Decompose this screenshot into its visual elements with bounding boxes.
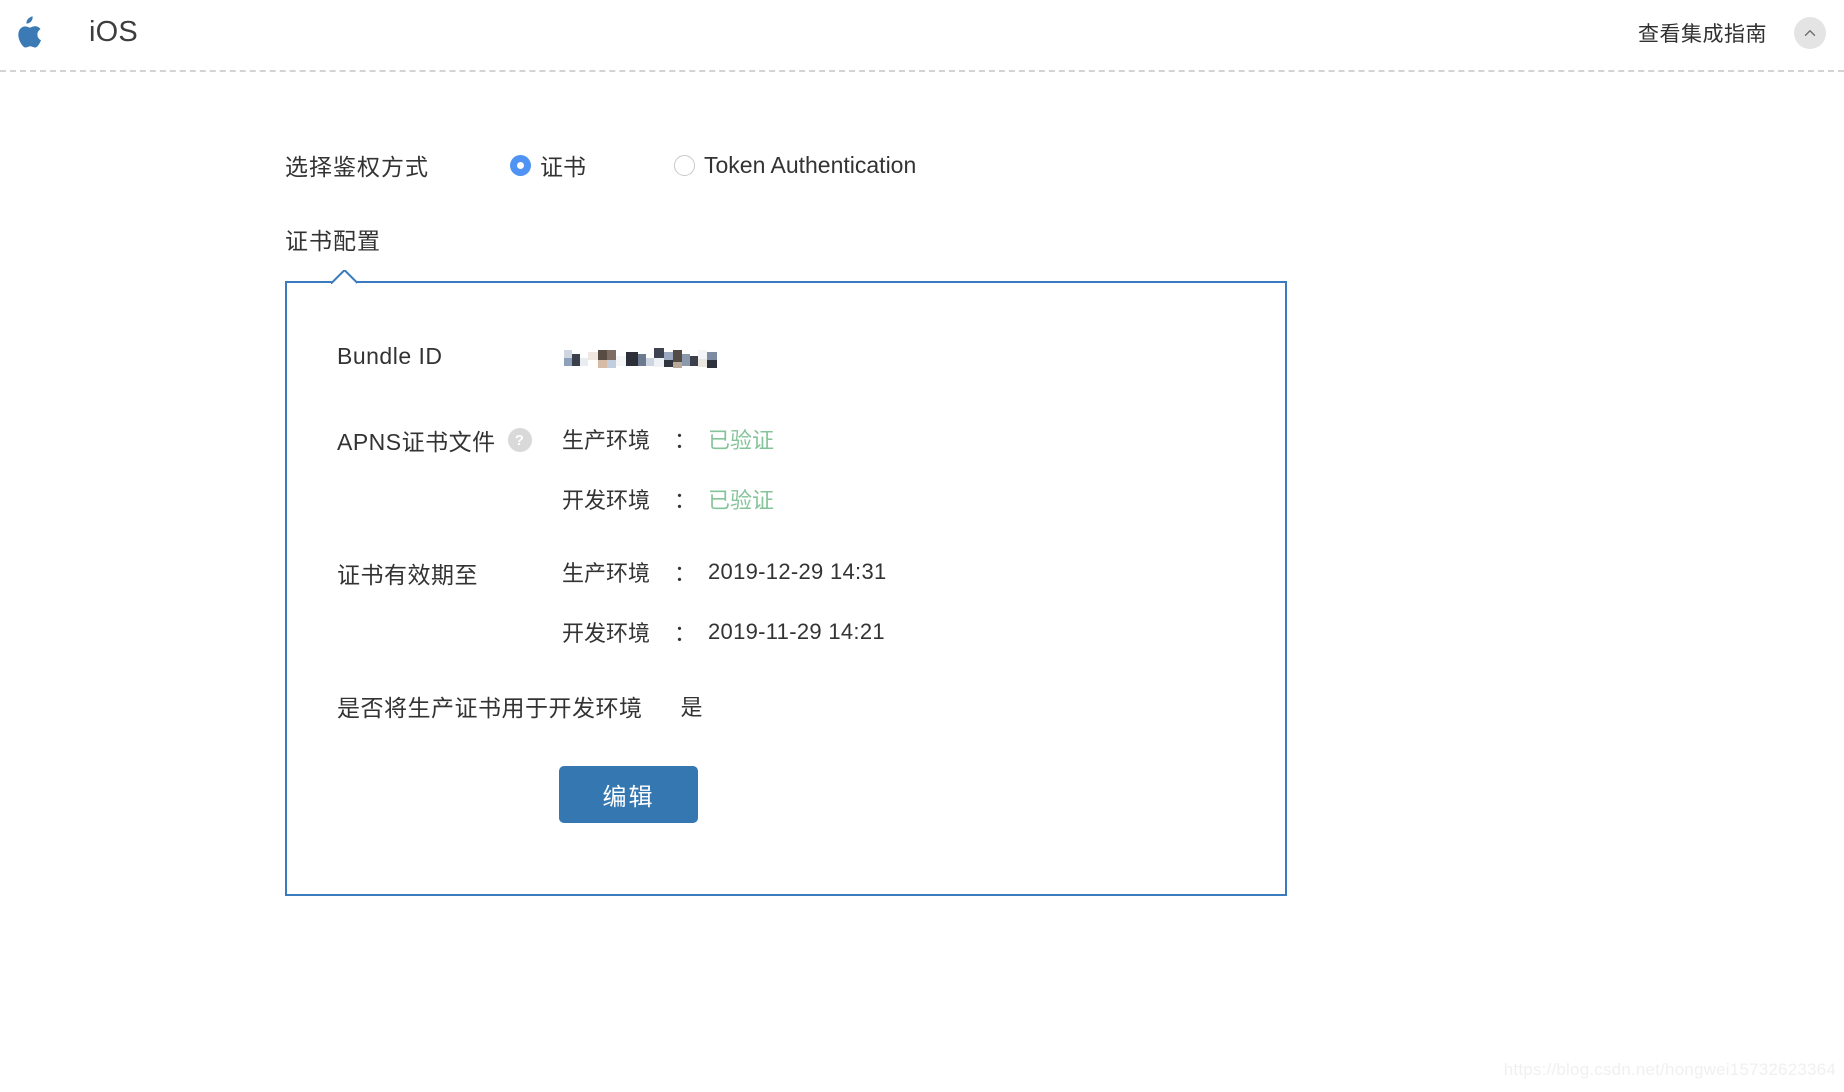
auth-method-row: 选择鉴权方式 证书 Token Authentication	[285, 148, 916, 182]
apns-development-colon: ：	[674, 488, 697, 513]
field-row-bundle-id: Bundle ID	[337, 343, 720, 370]
apns-status-production: 生产环境 ： 已验证	[562, 423, 774, 455]
radio-label-token-authentication: Token Authentication	[704, 151, 917, 178]
validity-development-date: 2019-11-29 14:21	[708, 619, 885, 644]
certificate-config-card: Bundle ID APNS证书文件 ? 生产环境 ： 已验证 开发环境 ： 已…	[285, 281, 1287, 896]
watermark-text: https://blog.csdn.net/hongwei15732623364	[1503, 1060, 1836, 1079]
auth-method-label: 选择鉴权方式	[285, 154, 429, 180]
validity-production-env-label: 生产环境	[562, 561, 651, 586]
card-pointer-notch	[331, 270, 357, 284]
validity-development-env-label: 开发环境	[562, 621, 651, 646]
header-left-group: iOS	[0, 15, 138, 50]
bundle-id-redacted-value	[562, 346, 720, 370]
field-row-apns-certificate: APNS证书文件 ? 生产环境 ： 已验证 开发环境 ： 已验证	[337, 423, 774, 515]
validity-development-colon: ：	[674, 621, 697, 646]
apns-status-list: 生产环境 ： 已验证 开发环境 ： 已验证	[562, 423, 774, 515]
apns-certificate-label: APNS证书文件 ?	[337, 423, 562, 457]
page-header: iOS 查看集成指南	[0, 0, 1844, 65]
auth-method-radio-group: 证书 Token Authentication	[510, 148, 916, 182]
apple-logo-icon	[14, 15, 42, 50]
header-right-group: 查看集成指南	[1638, 0, 1826, 65]
section-title-certificate-config: 证书配置	[285, 228, 381, 254]
radio-label-certificate: 证书	[540, 154, 586, 180]
apns-certificate-label-text: APNS证书文件	[337, 429, 496, 455]
integration-guide-link[interactable]: 查看集成指南	[1638, 18, 1767, 48]
production-cert-for-dev-label: 是否将生产证书用于开发环境	[337, 695, 643, 721]
production-cert-for-dev-value: 是	[680, 695, 703, 720]
apns-production-colon: ：	[674, 428, 697, 453]
question-mark-icon[interactable]: ?	[507, 428, 532, 452]
field-row-production-cert-for-dev: 是否将生产证书用于开发环境 是	[337, 689, 703, 723]
validity-production: 生产环境 ： 2019-12-29 14:31	[562, 556, 887, 588]
apns-production-env-label: 生产环境	[562, 428, 651, 453]
field-row-certificate-validity: 证书有效期至 生产环境 ： 2019-12-29 14:31 开发环境 ： 20…	[337, 556, 887, 648]
platform-title: iOS	[89, 16, 138, 48]
edit-button[interactable]: 编辑	[559, 766, 698, 823]
header-divider	[0, 70, 1844, 72]
validity-development: 开发环境 ： 2019-11-29 14:21	[562, 616, 887, 648]
apns-production-status-badge: 已验证	[708, 428, 775, 453]
validity-production-colon: ：	[674, 561, 697, 586]
apns-status-development: 开发环境 ： 已验证	[562, 483, 774, 515]
apns-development-status-badge: 已验证	[708, 488, 775, 513]
bundle-id-label: Bundle ID	[337, 343, 443, 369]
chevron-up-icon[interactable]	[1794, 16, 1826, 49]
radio-option-token-authentication[interactable]: Token Authentication	[674, 152, 916, 179]
validity-production-date: 2019-12-29 14:31	[708, 559, 887, 584]
certificate-validity-label: 证书有效期至	[337, 562, 478, 588]
radio-selected-icon[interactable]	[510, 154, 531, 176]
apns-development-env-label: 开发环境	[562, 488, 651, 513]
radio-option-certificate[interactable]: 证书	[510, 148, 586, 182]
certificate-validity-list: 生产环境 ： 2019-12-29 14:31 开发环境 ： 2019-11-2…	[562, 556, 887, 648]
radio-unselected-icon[interactable]	[674, 154, 695, 176]
